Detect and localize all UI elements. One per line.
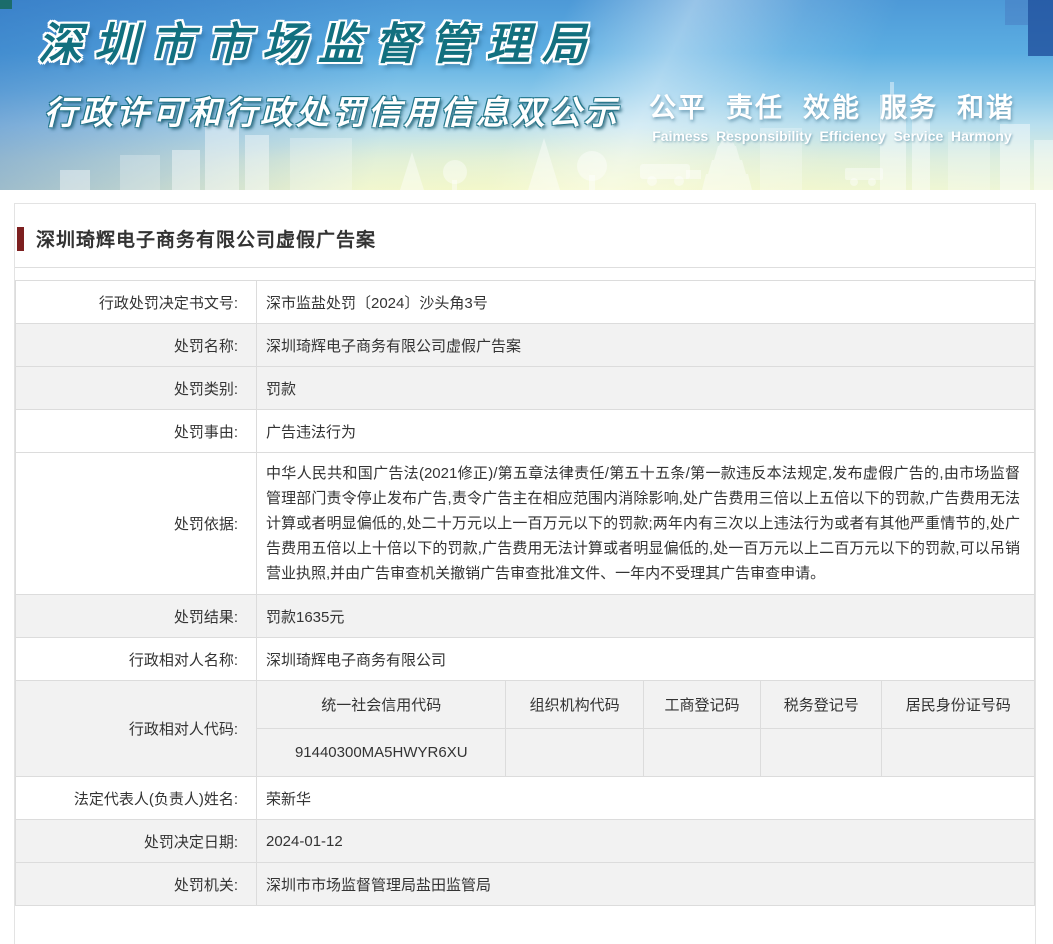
code-col-header: 统一社会信用代码 xyxy=(257,681,506,729)
code-value xyxy=(760,728,882,776)
table-row-penalty-basis: 处罚依据: 中华人民共和国广告法(2021修正)/第五章法律责任/第五十五条/第… xyxy=(15,452,1035,595)
slogan-english: Faimess Responsibility Efficiency Servic… xyxy=(652,128,1012,144)
code-value xyxy=(505,728,644,776)
penalty-info-table: 行政处罚决定书文号: 深市监盐处罚〔2024〕沙头角3号 处罚名称: 深圳琦辉电… xyxy=(15,280,1035,906)
row-value: 广告违法行为 xyxy=(256,409,1035,453)
table-row-party-codes: 行政相对人代码: 统一社会信用代码 组织机构代码 工商登记码 税务登记号 居民身… xyxy=(15,680,1035,777)
code-col-header: 税务登记号 xyxy=(760,681,882,729)
row-label: 行政处罚决定书文号: xyxy=(15,280,257,324)
table-row-penalty-name: 处罚名称: 深圳琦辉电子商务有限公司虚假广告案 xyxy=(15,323,1035,367)
row-label: 法定代表人(负责人)姓名: xyxy=(15,776,257,820)
table-row-penalty-result: 处罚结果: 罚款1635元 xyxy=(15,594,1035,638)
title-divider xyxy=(15,267,1035,268)
table-row-decision-date: 处罚决定日期: 2024-01-12 xyxy=(15,819,1035,863)
slogan-chinese: 公平 责任 效能 服务 和谐 xyxy=(648,93,1015,123)
row-value: 深圳市市场监督管理局盐田监管局 xyxy=(256,862,1035,906)
code-col-header: 工商登记码 xyxy=(642,681,761,729)
code-header-row: 统一社会信用代码 组织机构代码 工商登记码 税务登记号 居民身份证号码 xyxy=(257,681,1034,729)
banner-corner-building-right xyxy=(1028,0,1053,56)
row-label: 处罚决定日期: xyxy=(15,819,257,863)
content-panel: 深圳琦辉电子商务有限公司虚假广告案 行政处罚决定书文号: 深市监盐处罚〔2024… xyxy=(14,203,1036,944)
row-value: 荣新华 xyxy=(256,776,1035,820)
row-label: 处罚类别: xyxy=(15,366,257,410)
code-col-header: 组织机构代码 xyxy=(505,681,644,729)
agency-title: 深圳市市场监督管理局 xyxy=(38,20,598,69)
table-row-decision-number: 行政处罚决定书文号: 深市监盐处罚〔2024〕沙头角3号 xyxy=(15,280,1035,324)
code-value-row: 91440300MA5HWYR6XU xyxy=(257,728,1034,776)
row-value: 中华人民共和国广告法(2021修正)/第五章法律责任/第五十五条/第一款违反本法… xyxy=(256,452,1035,595)
banner-subtitle: 行政许可和行政处罚信用信息双公示 xyxy=(44,94,620,131)
row-value: 深市监盐处罚〔2024〕沙头角3号 xyxy=(256,280,1035,324)
row-label: 处罚机关: xyxy=(15,862,257,906)
page-title: 深圳琦辉电子商务有限公司虚假广告案 xyxy=(36,230,377,251)
row-value: 2024-01-12 xyxy=(256,819,1035,863)
banner-corner-building-right-small xyxy=(1005,0,1028,25)
table-row-penalty-category: 处罚类别: 罚款 xyxy=(15,366,1035,410)
code-value-credit-code: 91440300MA5HWYR6XU xyxy=(257,728,506,776)
row-value: 深圳琦辉电子商务有限公司虚假广告案 xyxy=(256,323,1035,367)
table-row-party-name: 行政相对人名称: 深圳琦辉电子商务有限公司 xyxy=(15,637,1035,681)
row-label: 处罚名称: xyxy=(15,323,257,367)
row-value: 罚款 xyxy=(256,366,1035,410)
row-label: 处罚依据: xyxy=(15,452,257,595)
table-row-penalty-reason: 处罚事由: 广告违法行为 xyxy=(15,409,1035,453)
code-value xyxy=(642,728,761,776)
code-col-header: 居民身份证号码 xyxy=(881,681,1034,729)
page-title-row: 深圳琦辉电子商务有限公司虚假广告案 xyxy=(17,225,1035,252)
row-label: 行政相对人名称: xyxy=(15,637,257,681)
table-row-legal-representative: 法定代表人(负责人)姓名: 荣新华 xyxy=(15,776,1035,820)
title-accent-bar xyxy=(17,226,24,251)
row-label: 行政相对人代码: xyxy=(15,680,257,777)
row-label: 处罚事由: xyxy=(15,409,257,453)
banner-corner-decoration-left xyxy=(0,0,12,9)
party-codes-cell: 统一社会信用代码 组织机构代码 工商登记码 税务登记号 居民身份证号码 9144… xyxy=(256,680,1035,777)
row-value: 深圳琦辉电子商务有限公司 xyxy=(256,637,1035,681)
code-value xyxy=(881,728,1034,776)
row-label: 处罚结果: xyxy=(15,594,257,638)
table-row-penalty-authority: 处罚机关: 深圳市市场监督管理局盐田监管局 xyxy=(15,862,1035,906)
row-value: 罚款1635元 xyxy=(256,594,1035,638)
party-codes-table: 统一社会信用代码 组织机构代码 工商登记码 税务登记号 居民身份证号码 9144… xyxy=(257,681,1034,776)
header-banner: 深圳市市场监督管理局 行政许可和行政处罚信用信息双公示 公平 责任 效能 服务 … xyxy=(0,0,1053,190)
